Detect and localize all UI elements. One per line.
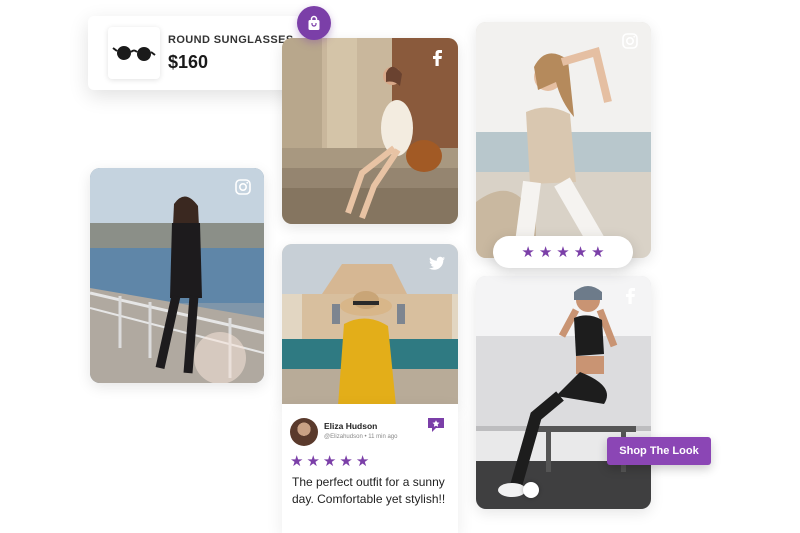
post-photo	[476, 276, 651, 509]
instagram-icon[interactable]	[619, 30, 641, 52]
star-icon: ★	[521, 243, 535, 261]
star-icon: ★	[556, 243, 570, 261]
product-price: $160	[168, 52, 209, 72]
review-stars: ★ ★ ★ ★ ★	[290, 454, 369, 469]
instagram-icon[interactable]	[232, 176, 254, 198]
product-name: ROUND SUNGLASSES	[168, 34, 294, 46]
shopping-bag-button[interactable]	[297, 6, 331, 40]
star-icon: ★	[339, 453, 353, 470]
twitter-icon[interactable]	[426, 252, 448, 274]
star-icon: ★	[322, 453, 337, 470]
post-card-woman-bridge[interactable]	[90, 168, 264, 383]
reviewer-meta: @Elizahudson • 11 min ago	[324, 434, 398, 440]
post-card-woman-beach[interactable]	[476, 22, 651, 258]
post-card-sitting-stairs[interactable]	[282, 38, 458, 224]
facebook-icon[interactable]	[426, 46, 448, 68]
facebook-icon[interactable]	[619, 284, 641, 306]
rating-pill: ★ ★ ★ ★ ★	[493, 236, 633, 268]
post-card-woman-hat[interactable]	[282, 244, 458, 406]
reviewer-name: Eliza Hudson	[324, 421, 378, 431]
review-text: The perfect outfit for a sunny day. Comf…	[292, 475, 446, 506]
star-icon: ★	[290, 453, 304, 470]
cursor-indicator	[523, 482, 539, 498]
shopping-bag-icon	[308, 15, 320, 30]
shop-the-look-button[interactable]: Shop The Look	[607, 437, 711, 465]
star-icon: ★	[573, 243, 588, 261]
star-icon: ★	[306, 453, 320, 470]
review-card: Eliza Hudson @Elizahudson • 11 min ago ★…	[282, 404, 458, 533]
star-icon: ★	[538, 243, 553, 261]
review-star-icon	[428, 418, 444, 432]
post-photo	[90, 168, 264, 383]
post-photo	[476, 22, 651, 258]
star-icon: ★	[355, 453, 370, 470]
product-thumbnail[interactable]	[108, 27, 160, 79]
star-icon: ★	[591, 243, 605, 261]
sunglasses-icon	[112, 46, 156, 61]
post-card-woman-gym[interactable]	[476, 276, 651, 509]
avatar	[290, 418, 318, 446]
